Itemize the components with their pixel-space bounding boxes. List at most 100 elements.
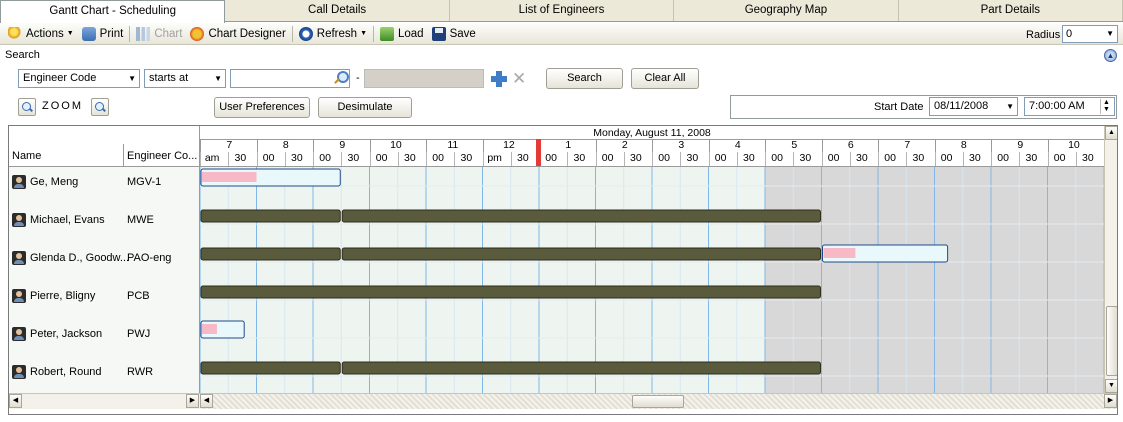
engineer-name-cell: Peter, Jackson <box>12 326 102 342</box>
lookup-icon[interactable] <box>333 71 349 85</box>
chevron-down-icon: ▼ <box>214 74 222 83</box>
half-hour-tick <box>736 152 738 166</box>
engineer-icon <box>12 213 26 227</box>
half-hour-tick <box>426 152 427 166</box>
range-separator: - <box>356 72 360 84</box>
engineer-icon <box>12 289 26 303</box>
scroll-down-icon[interactable]: ▼ <box>1105 379 1117 393</box>
call-progress-bar <box>823 248 856 258</box>
half-hour-tick <box>906 152 908 166</box>
half-hour-label: 00 <box>432 152 444 164</box>
start-time-input[interactable]: 7:00:00 AM ▲ ▼ <box>1024 97 1115 116</box>
tab-gantt-chart[interactable]: Gantt Chart - Scheduling <box>0 0 226 23</box>
engineer-row[interactable]: Robert, Round RWR <box>9 357 199 393</box>
gantt-body[interactable] <box>200 167 1104 393</box>
chart-designer-button[interactable]: Chart Designer <box>186 24 289 44</box>
half-hour-tick <box>341 152 343 166</box>
half-hour-tick <box>454 152 456 166</box>
radius-label: Radius <box>1026 29 1061 41</box>
collapse-icon[interactable]: ▲ <box>1104 49 1117 62</box>
spinner-icon[interactable]: ▲ ▼ <box>1100 99 1112 114</box>
search-range-end-input <box>364 69 484 88</box>
engineer-row[interactable]: Pierre, Bligny PCB <box>9 281 199 319</box>
half-hour-tick <box>680 152 682 166</box>
half-hour-label: 00 <box>827 152 840 164</box>
scroll-left-icon[interactable]: ◀ <box>200 394 213 408</box>
engineer-row[interactable]: Ge, Meng MGV-1 <box>9 167 199 205</box>
gantt-chart: Name Engineer Co... Ge, Meng MGV-1 Michael… <box>8 125 1118 415</box>
half-hour-label: 30 <box>799 152 812 164</box>
half-hour-tick <box>878 152 879 166</box>
chevron-down-icon: ▼ <box>1106 29 1114 38</box>
engineer-code: PAO-eng <box>127 252 172 264</box>
search-value-input[interactable] <box>230 69 350 88</box>
name-column-header[interactable]: Name <box>12 150 41 162</box>
horizontal-scroll-thumb[interactable] <box>632 395 684 408</box>
hour-label: 7 <box>226 139 233 151</box>
half-hour-label: 00 <box>884 152 896 164</box>
half-hour-tick <box>482 152 484 166</box>
toolbar-separator <box>129 25 131 42</box>
half-hour-label: 30 <box>630 152 642 164</box>
search-section-header: Search ▲ <box>0 46 1123 64</box>
half-hour-label: 00 <box>545 152 557 164</box>
zoom-in-icon[interactable] <box>18 98 36 116</box>
column-divider[interactable] <box>123 144 124 167</box>
chevron-down-icon: ▼ <box>1006 102 1014 111</box>
scroll-right-icon[interactable]: ▶ <box>1104 394 1117 408</box>
save-button[interactable]: Save <box>428 24 480 44</box>
vertical-scroll-thumb[interactable] <box>1106 306 1117 376</box>
scroll-right-icon[interactable]: ▶ <box>186 394 199 408</box>
hour-label: 10 <box>390 139 402 151</box>
engineer-code-column-header[interactable]: Engineer Co... <box>127 150 197 162</box>
timeline-header: Monday, August 11, 2008 7 8 9 10 11 12 1 2 3 4 5 6 7… <box>200 126 1104 167</box>
half-hour-label: 00 <box>940 152 953 164</box>
timeline-horizontal-scrollbar[interactable]: ◀ ▶ <box>200 393 1117 409</box>
half-hour-tick <box>228 152 230 166</box>
work-assignment-bar <box>200 209 341 223</box>
resource-horizontal-scrollbar[interactable]: ◀ ▶ <box>9 393 200 409</box>
half-hour-label: pm <box>487 152 502 164</box>
hour-label: 6 <box>847 139 854 151</box>
half-hour-label: 00 <box>714 152 727 164</box>
tab-part-details[interactable]: Part Details <box>899 0 1123 21</box>
half-hour-tick <box>708 152 710 166</box>
radius-select[interactable]: 0 ▼ <box>1062 25 1118 43</box>
chart-button[interactable]: Chart <box>132 24 186 44</box>
half-hour-tick <box>284 152 286 166</box>
half-hour-label: 30 <box>234 152 247 164</box>
engineer-name-cell: Michael, Evans <box>12 212 105 228</box>
engineer-name: Peter, Jackson <box>30 328 103 340</box>
scroll-left-icon[interactable]: ◀ <box>9 394 22 408</box>
search-field-value: Engineer Code <box>23 72 97 84</box>
search-button[interactable]: Search <box>546 68 623 89</box>
engineer-code: PWJ <box>127 328 151 340</box>
half-hour-label: 30 <box>517 152 529 164</box>
search-field-select[interactable]: Engineer Code ▼ <box>18 69 140 88</box>
tab-list-of-engineers[interactable]: List of Engineers <box>450 0 675 21</box>
tab-call-details[interactable]: Call Details <box>225 0 450 21</box>
vertical-scrollbar[interactable]: ▲ ▼ <box>1104 126 1117 393</box>
add-criteria-icon[interactable] <box>491 71 507 87</box>
user-preferences-button[interactable]: User Preferences <box>214 97 310 118</box>
refresh-button[interactable]: Refresh ▼ <box>295 24 371 44</box>
clear-all-button[interactable]: Clear All <box>631 68 699 89</box>
search-operator-select[interactable]: starts at ▼ <box>144 69 226 88</box>
start-date-picker[interactable]: 08/11/2008 ▼ <box>929 97 1018 116</box>
chart-designer-label: Chart Designer <box>208 27 286 40</box>
print-button[interactable]: Print <box>78 24 128 44</box>
engineer-row[interactable]: Peter, Jackson PWJ <box>9 319 199 357</box>
remove-criteria-icon[interactable]: ✕ <box>512 70 528 88</box>
actions-menu-button[interactable]: Actions ▼ <box>4 24 78 44</box>
load-button[interactable]: Load <box>376 24 428 44</box>
scroll-up-icon[interactable]: ▲ <box>1105 126 1117 140</box>
tab-geography-map[interactable]: Geography Map <box>674 0 899 21</box>
engineer-row[interactable]: Glenda D., Goodw... PAO-eng <box>9 243 199 281</box>
desimulate-button[interactable]: Desimulate <box>318 97 412 118</box>
half-hour-tick <box>200 152 201 166</box>
engineer-row[interactable]: Michael, Evans MWE <box>9 205 199 243</box>
zoom-out-icon[interactable] <box>91 98 109 116</box>
half-hour-label: 00 <box>1053 152 1066 164</box>
zoom-label: ZOOM <box>42 100 83 112</box>
hour-label: 11 <box>447 139 459 151</box>
